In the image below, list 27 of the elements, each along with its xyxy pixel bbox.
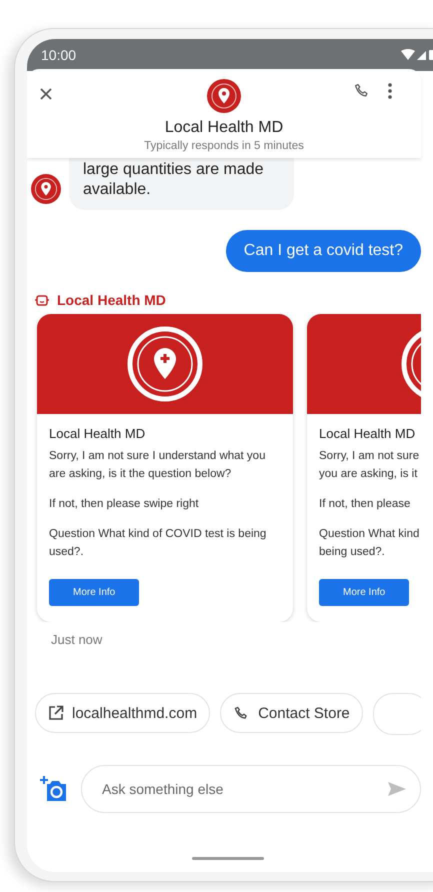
timestamp: Just now	[51, 632, 104, 647]
more-icon[interactable]	[387, 82, 393, 100]
website-chip[interactable]: localhealthmd.com	[35, 693, 210, 733]
card-title: Local Health MD	[319, 426, 416, 441]
card-text: Sorry, I am not sure I understand what you are asking, is it the question below?	[49, 449, 266, 482]
card-title: Local Health MD	[49, 426, 146, 441]
home-indicator	[192, 857, 264, 860]
card-text: Sorry, I am not sure you are asking, is it	[319, 449, 420, 482]
message-input[interactable]: Ask something else	[81, 765, 421, 813]
sender-name: Local Health MD	[57, 292, 166, 308]
signal-battery-icon	[401, 49, 433, 61]
contact-chip[interactable]: Contact Store	[220, 693, 363, 733]
add-photo-icon[interactable]	[39, 775, 69, 803]
more-info-button[interactable]: More Info	[319, 579, 410, 606]
status-time: 10:00	[41, 47, 76, 63]
outgoing-message: Can I get a covid test?	[226, 230, 421, 272]
more-info-button[interactable]: More Info	[49, 579, 140, 606]
card-text: Question What kind being used?.	[319, 527, 420, 560]
open-link-icon	[48, 705, 64, 721]
pin-avatar-icon	[31, 174, 61, 204]
close-icon[interactable]	[39, 87, 53, 101]
card-text: If not, then please swipe right	[49, 497, 200, 512]
bot-icon	[35, 294, 49, 306]
contact-name: Local Health MD	[164, 119, 284, 137]
card-text: Question What kind of COVID test is being used?.	[49, 527, 268, 560]
card-text: If not, then please	[319, 497, 412, 512]
response-time: Typically responds in 5 minutes	[144, 140, 304, 152]
